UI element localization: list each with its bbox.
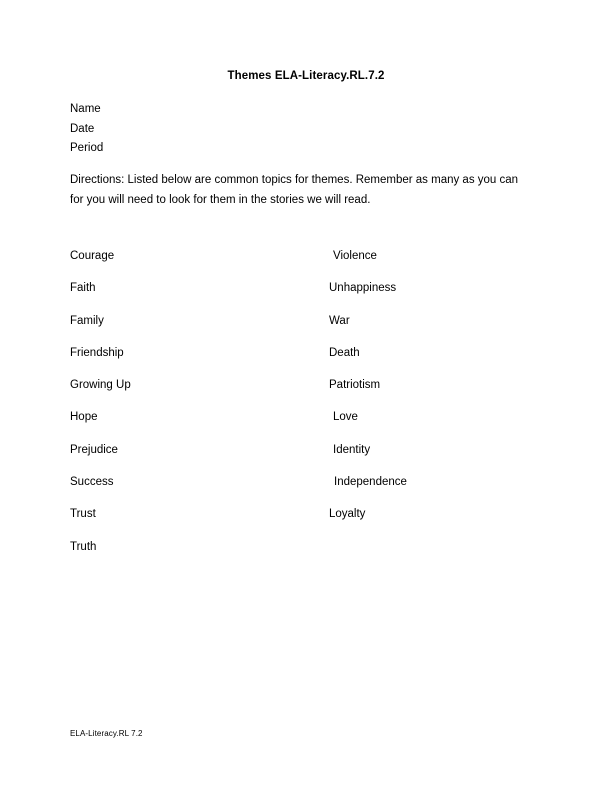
theme-row: Success Independence: [0, 476, 612, 508]
theme-row: Courage Violence: [0, 250, 612, 282]
theme-item-left: Growing Up: [70, 379, 131, 392]
footer-standard-code: ELA-Literacy.RL 7.2: [70, 729, 143, 738]
theme-item-left: Courage: [70, 250, 115, 262]
theme-row: Trust Loyalty: [0, 508, 612, 540]
theme-item-left: Truth: [70, 540, 97, 553]
theme-item-right: Unhappiness: [329, 282, 397, 295]
field-label-name: Name: [70, 103, 101, 115]
theme-item-left: Success: [70, 476, 114, 489]
theme-item-left: Friendship: [70, 346, 124, 359]
theme-row: Hope Love: [0, 411, 612, 443]
theme-item-right: Loyalty: [329, 508, 366, 521]
theme-item-right: Patriotism: [329, 379, 381, 392]
student-info-fields: Name Date Period: [70, 100, 103, 159]
themes-list: Courage Violence Faith Unhappiness Famil…: [0, 250, 612, 573]
theme-item-left: Hope: [70, 411, 98, 424]
theme-item-left: Faith: [70, 282, 96, 295]
theme-row: Prejudice Identity: [0, 444, 612, 476]
theme-item-left: Trust: [70, 508, 96, 521]
theme-row: Friendship Death: [0, 347, 612, 379]
theme-item-right: Identity: [333, 443, 371, 456]
theme-item-left: Prejudice: [70, 443, 118, 456]
theme-item-left: Family: [70, 314, 104, 327]
field-label-date: Date: [70, 122, 95, 135]
worksheet-page: Themes ELA-Literacy.RL.7.2 Name Date Per…: [0, 0, 612, 792]
theme-item-right: War: [329, 314, 350, 327]
theme-item-right: Independence: [334, 476, 407, 489]
theme-row: Family War: [0, 315, 612, 347]
theme-item-right: Love: [333, 411, 358, 424]
field-label-period: Period: [70, 142, 104, 154]
theme-item-right: Death: [329, 346, 360, 359]
page-title: Themes ELA-Literacy.RL.7.2: [227, 70, 385, 82]
theme-item-right: Violence: [333, 250, 377, 262]
theme-row: Faith Unhappiness: [0, 282, 612, 314]
directions-paragraph: Directions: Listed below are common topi…: [70, 174, 519, 206]
theme-row: Truth: [0, 541, 612, 573]
theme-row: Growing Up Patriotism: [0, 379, 612, 411]
